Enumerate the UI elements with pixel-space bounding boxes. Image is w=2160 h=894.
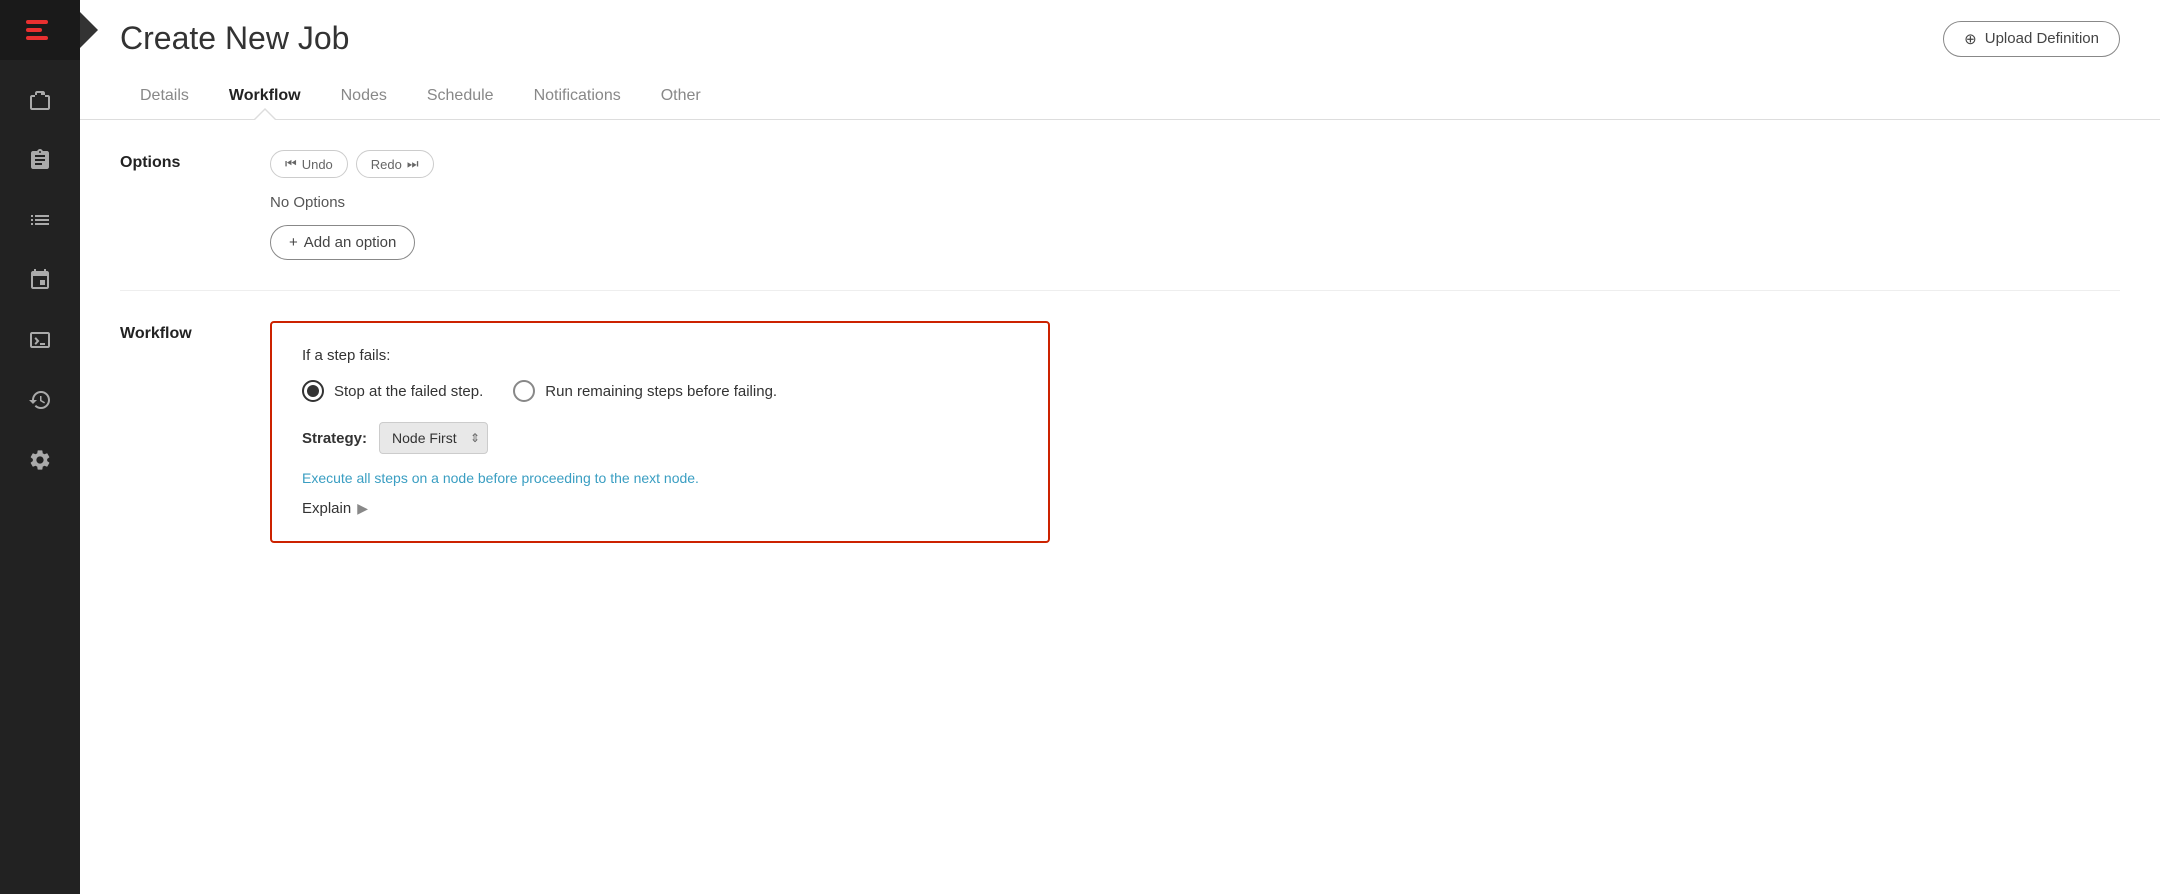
workflow-label: Workflow: [120, 321, 240, 543]
undo-icon: ⏮: [285, 156, 297, 172]
upload-icon: ⊕: [1964, 30, 1977, 48]
strategy-row: Strategy: Node First Step First Parallel: [302, 422, 1018, 454]
terminal-icon: [28, 328, 52, 352]
undo-label: Undo: [302, 157, 333, 172]
add-option-button[interactable]: + Add an option: [270, 225, 415, 260]
tab-other[interactable]: Other: [641, 77, 721, 119]
radio-stop-label: Stop at the failed step.: [334, 383, 483, 400]
upload-button-label: Upload Definition: [1985, 30, 2099, 47]
sidebar-item-nodes[interactable]: [0, 250, 80, 310]
redo-button[interactable]: Redo ⏭: [356, 150, 434, 178]
radio-run-option[interactable]: Run remaining steps before failing.: [513, 380, 777, 402]
strategy-select[interactable]: Node First Step First Parallel: [379, 422, 488, 454]
history-icon: [28, 388, 52, 412]
main-content: Create New Job ⊕ Upload Definition Detai…: [80, 0, 2160, 894]
tab-notifications[interactable]: Notifications: [514, 77, 641, 119]
sidebar-item-commands[interactable]: [0, 310, 80, 370]
tab-bar: Details Workflow Nodes Schedule Notifica…: [80, 77, 2160, 120]
redo-icon: ⏭: [407, 156, 419, 172]
sidebar-item-jobs[interactable]: [0, 70, 80, 130]
strategy-label: Strategy:: [302, 430, 367, 447]
undo-redo-bar: ⏮ Undo Redo ⏭: [270, 150, 2120, 178]
sidebar: [0, 0, 80, 894]
options-label: Options: [120, 150, 240, 260]
brand-logo: [26, 20, 48, 40]
workflow-content: If a step fails: Stop at the failed step…: [270, 321, 2120, 543]
options-content: ⏮ Undo Redo ⏭ No Options + Add an option: [270, 150, 2120, 260]
upload-definition-button[interactable]: ⊕ Upload Definition: [1943, 21, 2120, 57]
options-section: Options ⏮ Undo Redo ⏭ No Options + Add a…: [120, 150, 2120, 291]
briefcase-icon: [28, 88, 52, 112]
tab-details[interactable]: Details: [120, 77, 209, 119]
if-step-fails-text: If a step fails:: [302, 347, 1018, 364]
add-icon: +: [289, 234, 298, 251]
explain-label: Explain: [302, 500, 351, 517]
sidebar-nav: [0, 70, 80, 490]
gear-icon: [28, 448, 52, 472]
workflow-section: Workflow If a step fails: Stop at the fa…: [120, 321, 2120, 573]
sidebar-item-history[interactable]: [0, 370, 80, 430]
radio-stop-circle: [302, 380, 324, 402]
list-icon: [28, 208, 52, 232]
clipboard-icon: [28, 148, 52, 172]
radio-run-label: Run remaining steps before failing.: [545, 383, 777, 400]
strategy-description: Execute all steps on a node before proce…: [302, 470, 1018, 486]
page-title: Create New Job: [120, 20, 349, 57]
tab-nodes[interactable]: Nodes: [321, 77, 407, 119]
sidebar-collapse-arrow: [80, 12, 98, 48]
tab-schedule[interactable]: Schedule: [407, 77, 514, 119]
tab-workflow[interactable]: Workflow: [209, 77, 321, 119]
no-options-text: No Options: [270, 194, 2120, 211]
radio-group-fail: Stop at the failed step. Run remaining s…: [302, 380, 1018, 402]
add-option-label: Add an option: [304, 234, 397, 251]
sidebar-logo[interactable]: [0, 0, 80, 60]
explain-row[interactable]: Explain ▶: [302, 500, 1018, 517]
radio-run-circle: [513, 380, 535, 402]
redo-label: Redo: [371, 157, 402, 172]
radio-stop-option[interactable]: Stop at the failed step.: [302, 380, 483, 402]
sidebar-item-activity[interactable]: [0, 130, 80, 190]
sidebar-item-runbook[interactable]: [0, 190, 80, 250]
network-icon: [28, 268, 52, 292]
explain-arrow-icon: ▶: [357, 500, 368, 517]
undo-button[interactable]: ⏮ Undo: [270, 150, 348, 178]
content-area: Options ⏮ Undo Redo ⏭ No Options + Add a…: [80, 120, 2160, 894]
workflow-box: If a step fails: Stop at the failed step…: [270, 321, 1050, 543]
sidebar-item-settings[interactable]: [0, 430, 80, 490]
strategy-select-wrapper: Node First Step First Parallel: [379, 422, 488, 454]
page-header: Create New Job ⊕ Upload Definition: [80, 0, 2160, 57]
